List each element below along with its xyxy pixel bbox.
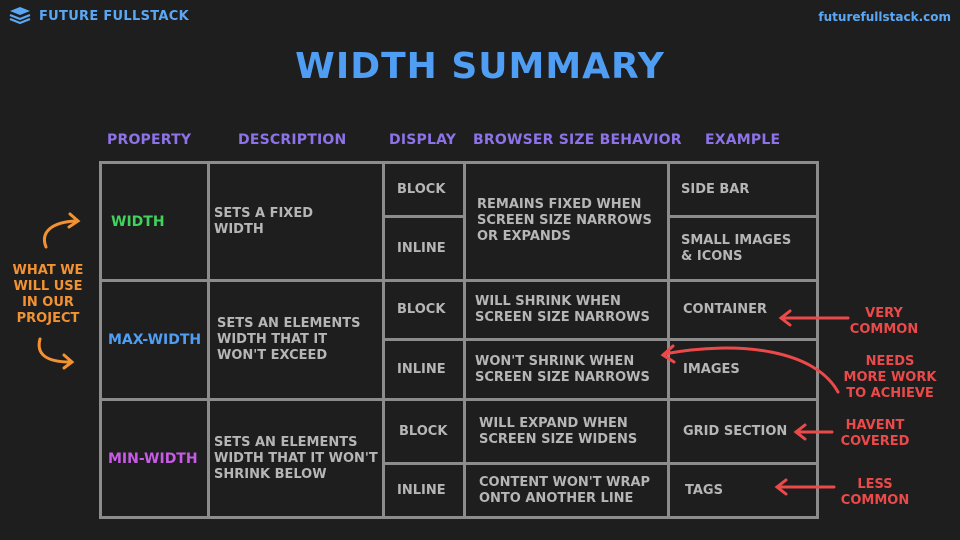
arrow-left-icon	[774, 478, 836, 496]
arrow-left-icon	[778, 309, 850, 327]
curved-arrow-left-icon	[660, 344, 840, 394]
curved-arrow-down-icon	[37, 337, 75, 370]
arrow-left-icon	[793, 423, 834, 441]
annotation-arrows	[37, 212, 850, 496]
curved-arrow-up-icon	[43, 212, 81, 249]
